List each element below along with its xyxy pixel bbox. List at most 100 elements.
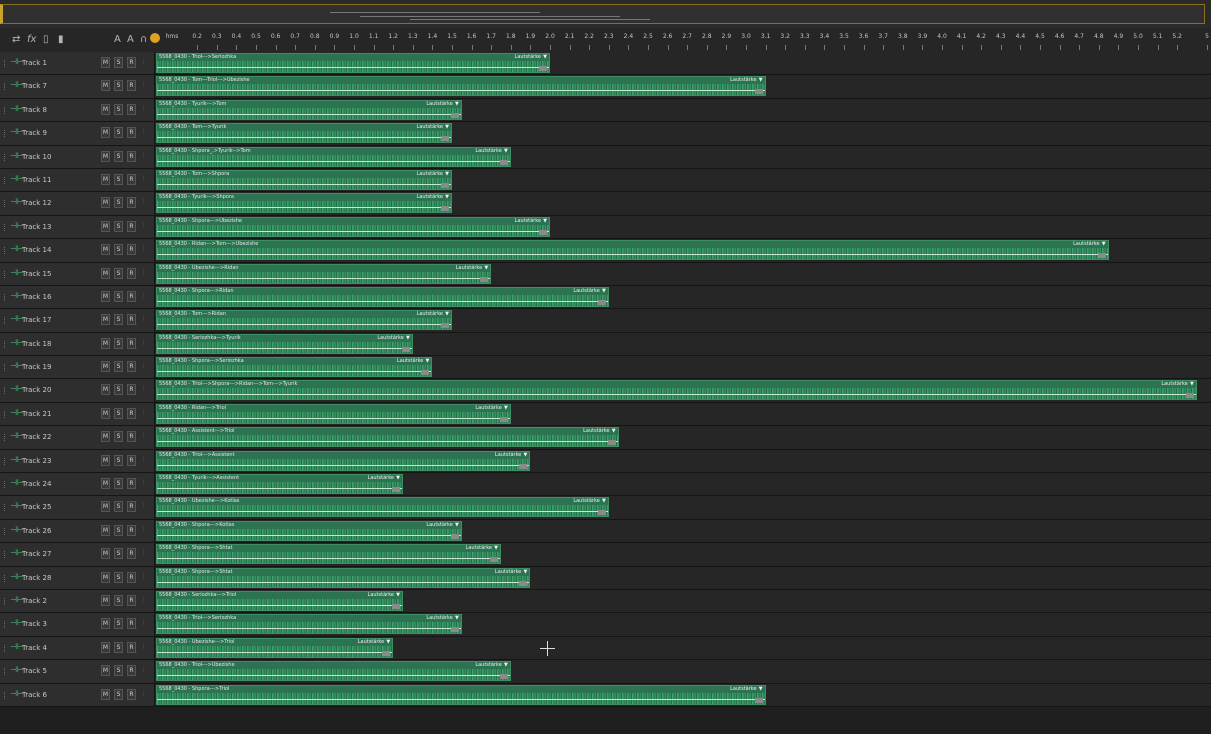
mute-button[interactable]: M bbox=[101, 618, 110, 630]
audio-clip[interactable]: 5568_0430 - Tyurik--->Assistent Lautstär… bbox=[156, 474, 403, 495]
solo-button[interactable]: S bbox=[114, 290, 123, 302]
track-row[interactable]: ⊣⊢ Track 18 M S R ⋮ 5568_0430 - Seriozhk… bbox=[0, 332, 1211, 357]
chevron-down-icon[interactable]: ▼ bbox=[445, 171, 449, 177]
fade-handle[interactable] bbox=[392, 603, 400, 609]
track-header[interactable]: ⊣⊢ Track 28 M S R ⋮ bbox=[0, 566, 155, 589]
audio-clip[interactable]: 5568_0430 - Tom---Triol--->Ubezishe Laut… bbox=[156, 76, 766, 97]
track-name[interactable]: Track 9 bbox=[22, 129, 47, 137]
solo-button[interactable]: S bbox=[114, 478, 123, 490]
volume-envelope[interactable] bbox=[157, 113, 461, 115]
track-options-icon[interactable]: ⋮ bbox=[140, 338, 147, 349]
clip-volume-label[interactable]: Lautstärke bbox=[1073, 241, 1099, 247]
mute-button[interactable]: M bbox=[101, 290, 110, 302]
track-name[interactable]: Track 23 bbox=[22, 457, 51, 465]
clip-volume-label[interactable]: Lautstärke bbox=[397, 358, 423, 364]
track-row[interactable]: ⊣⊢ Track 12 M S R ⋮ 5568_0430 - Tyurik--… bbox=[0, 192, 1211, 216]
record-arm-button[interactable]: R bbox=[127, 57, 136, 68]
clip-volume-label[interactable]: Lautstärke bbox=[426, 522, 452, 528]
volume-envelope[interactable] bbox=[157, 90, 765, 92]
audio-clip[interactable]: 5568_0430 - Ubezishe--->Ridan Lautstärke… bbox=[156, 263, 492, 284]
audio-clip[interactable]: 5568_0430 - Seriozhka--->Tyurik Lautstär… bbox=[156, 333, 413, 354]
fx-icon[interactable]: fx bbox=[27, 34, 36, 45]
track-row[interactable]: ⊣⊢ Track 8 M S R ⋮ 5568_0430 - Tyurik---… bbox=[0, 98, 1211, 123]
clip-volume-label[interactable]: Lautstärke bbox=[730, 686, 756, 692]
audio-clip[interactable]: 5568_0430 - Tyurik--->Tom Lautstärke ▼ bbox=[156, 99, 462, 120]
audio-clip[interactable]: 5568_0430 - Ubezishe--->Kotlas Lautstärk… bbox=[156, 497, 609, 518]
clip-volume-label[interactable]: Lautstärke bbox=[358, 639, 384, 645]
track-row[interactable]: ⊣⊢ Track 19 M S R ⋮ 5568_0430 - Shpora--… bbox=[0, 356, 1211, 380]
track-name[interactable]: Track 5 bbox=[22, 667, 47, 675]
solo-button[interactable]: S bbox=[114, 244, 123, 256]
volume-envelope[interactable] bbox=[157, 230, 549, 232]
mute-button[interactable]: M bbox=[101, 594, 110, 606]
solo-button[interactable]: S bbox=[114, 80, 123, 92]
track-header[interactable]: ⊣⊢ Track 5 M S R ⋮ bbox=[0, 660, 155, 683]
track-row[interactable]: ⊣⊢ Track 7 M S R ⋮ 5568_0430 - Tom---Tri… bbox=[0, 75, 1211, 99]
track-header[interactable]: ⊣⊢ Track 26 M S R ⋮ bbox=[0, 519, 155, 543]
solo-button[interactable]: S bbox=[114, 594, 123, 606]
mute-button[interactable]: M bbox=[101, 548, 110, 560]
track-name[interactable]: Track 28 bbox=[22, 574, 51, 582]
track-lane[interactable]: 5568_0430 - Seriozhka--->Tyurik Lautstär… bbox=[155, 332, 1211, 356]
track-options-icon[interactable]: ⋮ bbox=[140, 104, 147, 115]
volume-envelope[interactable] bbox=[157, 394, 1196, 396]
volume-envelope[interactable] bbox=[157, 137, 451, 139]
chevron-down-icon[interactable]: ▼ bbox=[484, 265, 488, 271]
track-drag-handle[interactable] bbox=[4, 247, 7, 255]
track-row[interactable]: ⊣⊢ Track 24 M S R ⋮ 5568_0430 - Tyurik--… bbox=[0, 473, 1211, 497]
track-row[interactable]: ⊣⊢ Track 25 M S R ⋮ 5568_0430 - Ubezishe… bbox=[0, 496, 1211, 520]
solo-button[interactable]: S bbox=[114, 641, 123, 653]
record-arm-button[interactable]: R bbox=[127, 478, 136, 490]
record-arm-button[interactable]: R bbox=[127, 641, 136, 653]
chevron-down-icon[interactable]: ▼ bbox=[494, 545, 498, 551]
mute-button[interactable]: M bbox=[101, 665, 110, 677]
track-row[interactable]: ⊣⊢ Track 10 M S R ⋮ 5568_0430 - Shpora_,… bbox=[0, 145, 1211, 169]
fade-handle[interactable] bbox=[401, 346, 410, 352]
volume-envelope[interactable] bbox=[157, 417, 510, 419]
overview-range-box[interactable] bbox=[0, 4, 1205, 24]
solo-button[interactable]: S bbox=[114, 665, 123, 677]
track-header[interactable]: ⊣⊢ Track 25 M S R ⋮ bbox=[0, 496, 155, 519]
audio-clip[interactable]: 5568_0430 - Ridan--->Tom--->Ubezishe Lau… bbox=[156, 240, 1109, 261]
audio-clip[interactable]: 5568_0430 - Shpora--->Ridan Lautstärke ▼ bbox=[156, 286, 609, 307]
fade-handle[interactable] bbox=[539, 66, 547, 71]
volume-envelope[interactable] bbox=[157, 511, 608, 513]
track-lane[interactable]: 5568_0430 - Tom--->Tyurik Lautstärke ▼ bbox=[155, 122, 1211, 145]
track-header[interactable]: ⊣⊢ Track 24 M S R ⋮ bbox=[0, 473, 155, 496]
audio-clip[interactable]: 5568_0430 - Shpora--->Triol Lautstärke ▼ bbox=[156, 684, 766, 705]
solo-button[interactable]: S bbox=[114, 173, 123, 185]
track-options-icon[interactable]: ⋮ bbox=[140, 361, 147, 372]
clip-title-bar[interactable] bbox=[157, 241, 1108, 249]
track-name[interactable]: Track 3 bbox=[22, 620, 47, 628]
track-row[interactable]: ⊣⊢ Track 26 M S R ⋮ 5568_0430 - Shpora--… bbox=[0, 519, 1211, 544]
clip-volume-label[interactable]: Lautstärke bbox=[426, 615, 452, 621]
playhead-marker[interactable] bbox=[150, 33, 160, 43]
track-options-icon[interactable]: ⋮ bbox=[140, 665, 147, 676]
volume-envelope[interactable] bbox=[157, 604, 402, 606]
volume-envelope[interactable] bbox=[157, 347, 412, 349]
track-drag-handle[interactable] bbox=[4, 504, 7, 512]
mute-button[interactable]: M bbox=[101, 127, 110, 139]
clip-volume-label[interactable]: Lautstärke bbox=[466, 545, 492, 551]
track-header[interactable]: ⊣⊢ Track 9 M S R ⋮ bbox=[0, 122, 155, 145]
track-name[interactable]: Track 8 bbox=[22, 106, 47, 114]
track-drag-handle[interactable] bbox=[4, 434, 7, 442]
track-options-icon[interactable]: ⋮ bbox=[140, 478, 147, 489]
audio-clip[interactable]: 5568_0430 - Triol--->Seriozhka Lautstärk… bbox=[156, 614, 462, 635]
track-header[interactable]: ⊣⊢ Track 6 M S R ⋮ bbox=[0, 683, 155, 706]
volume-envelope[interactable] bbox=[157, 371, 432, 373]
solo-button[interactable]: S bbox=[114, 150, 123, 162]
track-name[interactable]: Track 20 bbox=[22, 386, 51, 394]
track-row[interactable]: ⊣⊢ Track 4 M S R ⋮ 5568_0430 - Ubezishe-… bbox=[0, 636, 1211, 661]
track-drag-handle[interactable] bbox=[4, 481, 7, 489]
track-name[interactable]: Track 25 bbox=[22, 503, 51, 511]
clip-volume-label[interactable]: Lautstärke bbox=[417, 194, 443, 200]
track-name[interactable]: Track 17 bbox=[22, 316, 51, 324]
solo-button[interactable]: S bbox=[114, 127, 123, 139]
track-options-icon[interactable]: ⋮ bbox=[140, 548, 147, 559]
track-lane[interactable]: 5568_0430 - Tom--->Shpora Lautstärke ▼ bbox=[155, 168, 1211, 192]
mute-button[interactable]: M bbox=[101, 314, 110, 326]
track-lane[interactable]: 5568_0430 - Shpora--->Kotlas Lautstärke … bbox=[155, 519, 1211, 543]
track-row[interactable]: ⊣⊢ Track 15 M S R ⋮ 5568_0430 - Ubezishe… bbox=[0, 262, 1211, 286]
clip-volume-label[interactable]: Lautstärke bbox=[368, 475, 394, 481]
